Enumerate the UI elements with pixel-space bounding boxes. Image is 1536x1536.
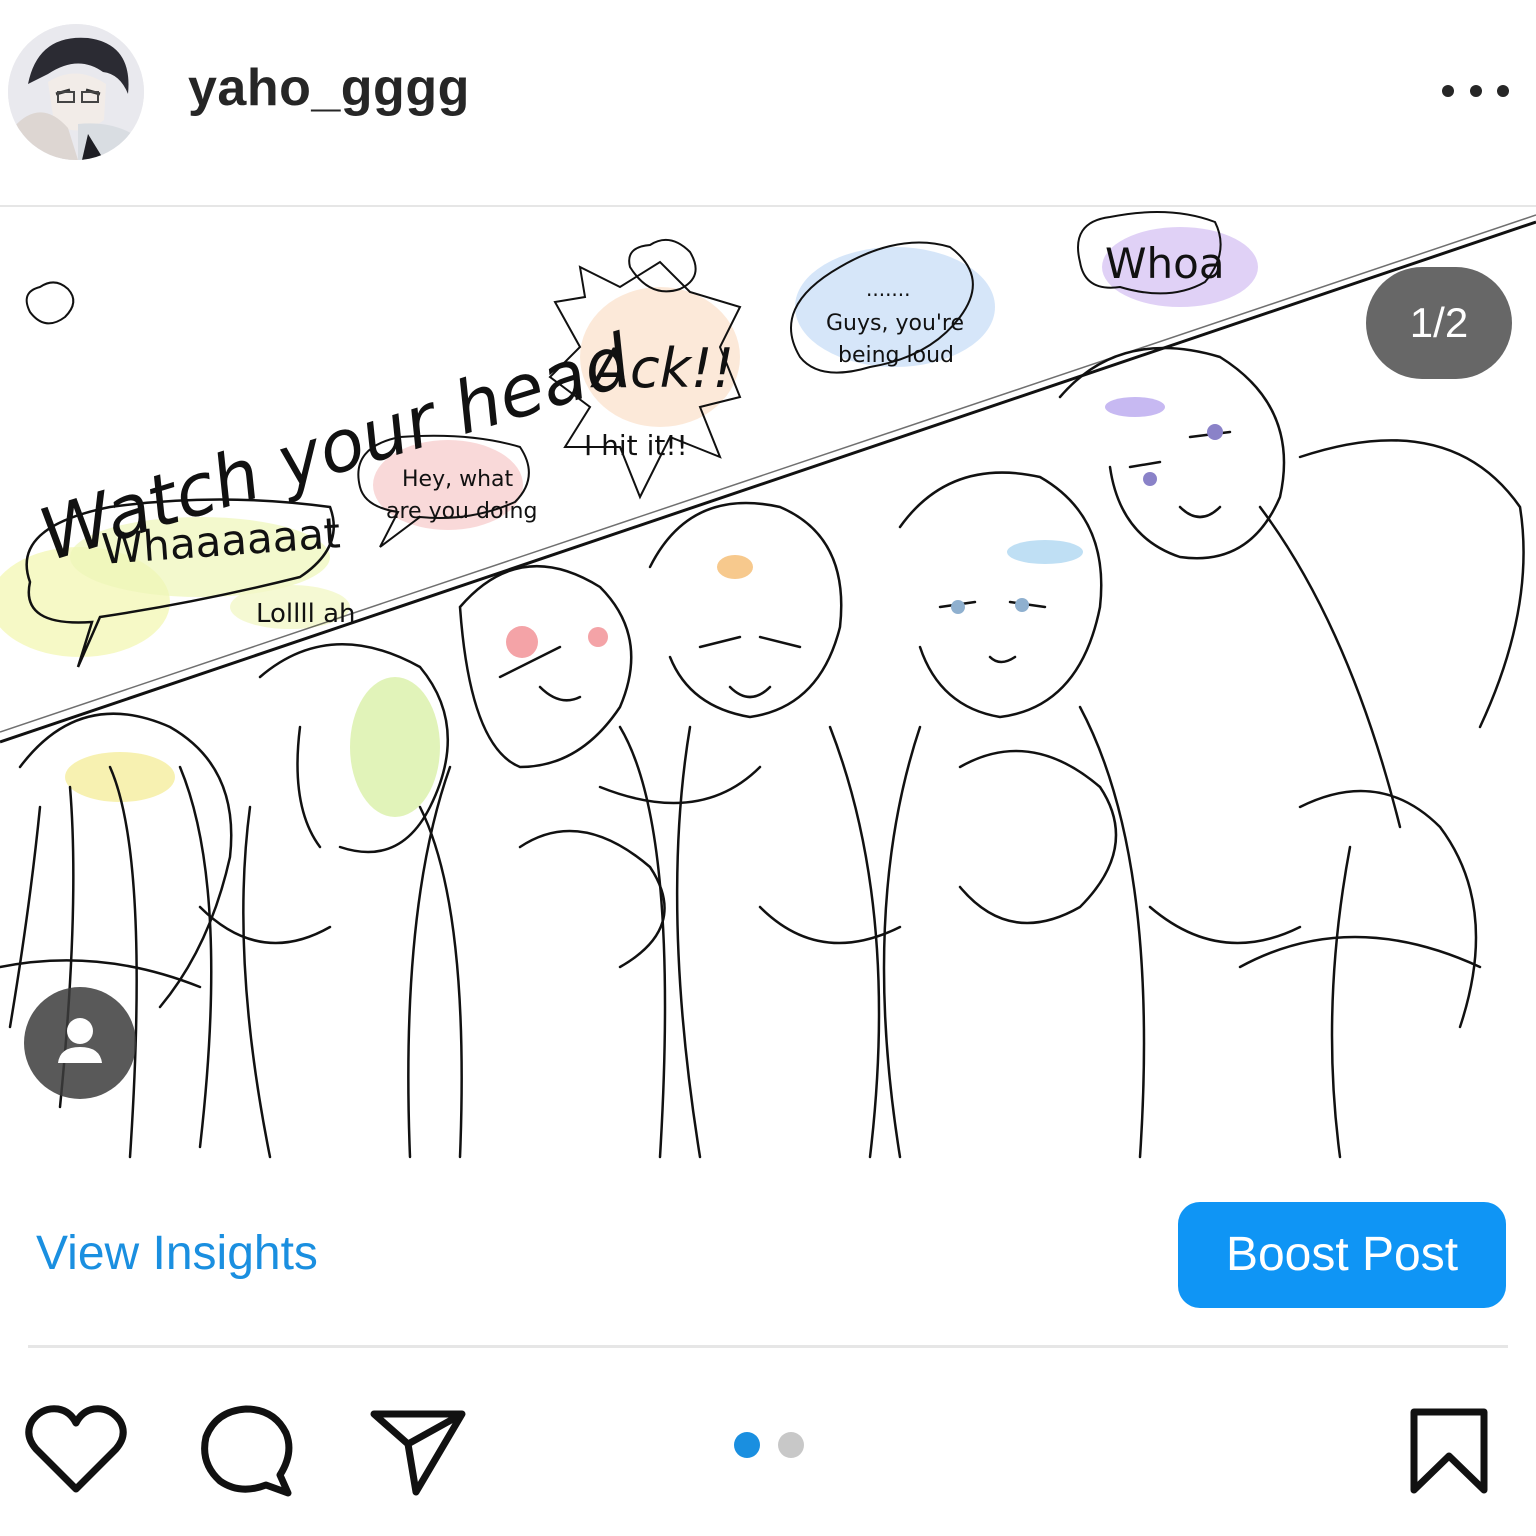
bubble-hey-line2: are you doing <box>386 499 538 524</box>
instagram-post: yaho_gggg Watch your head Whoa Ack!! I h… <box>0 0 1536 1536</box>
user-tag-icon[interactable] <box>24 987 136 1099</box>
post-header: yaho_gggg <box>0 0 1536 207</box>
avatar[interactable] <box>8 24 144 160</box>
bookmark-icon[interactable] <box>1408 1408 1490 1499</box>
sketch-artwork <box>0 211 1536 1159</box>
bubble-loud-line1: Guys, you're <box>826 311 965 336</box>
bubble-dots: ....... <box>866 277 911 301</box>
divider <box>28 1345 1508 1348</box>
view-insights-link[interactable]: View Insights <box>36 1226 318 1281</box>
bubble-hit: I hit it!! <box>584 429 688 462</box>
image-counter-badge: 1/2 <box>1366 267 1512 379</box>
username[interactable]: yaho_gggg <box>188 58 470 118</box>
send-icon[interactable] <box>368 1408 468 1501</box>
bubble-loud-line2: being loud <box>838 343 954 368</box>
carousel-dot-active[interactable] <box>734 1432 760 1458</box>
carousel-dot[interactable] <box>778 1432 804 1458</box>
avatar-image <box>8 24 144 160</box>
bubble-ack: Ack!! <box>593 337 735 400</box>
boost-post-button[interactable]: Boost Post <box>1178 1202 1506 1308</box>
more-horizontal-icon[interactable] <box>1440 76 1510 106</box>
carousel-dots <box>734 1432 804 1458</box>
post-image[interactable]: Watch your head Whoa Ack!! I hit it!! ..… <box>0 207 1536 1162</box>
bubble-loll: Lollll ah <box>256 599 356 629</box>
heart-icon[interactable] <box>24 1405 128 1500</box>
bubble-whoa: Whoa <box>1105 239 1225 288</box>
comment-icon[interactable] <box>200 1405 296 1502</box>
bubble-hey-line1: Hey, what <box>402 467 514 492</box>
